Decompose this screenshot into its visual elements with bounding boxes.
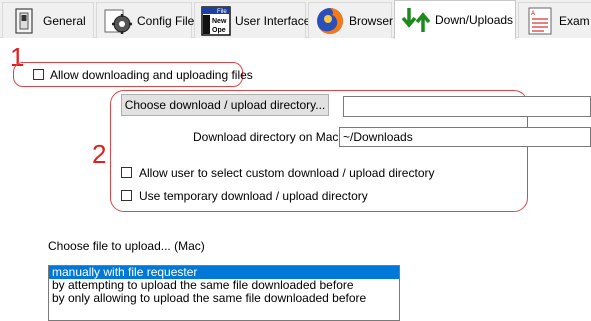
list-item[interactable]: by only allowing to upload the same file… (49, 292, 399, 305)
tab-down-uploads[interactable]: Down/Uploads (394, 0, 516, 39)
firefox-icon (317, 7, 343, 34)
tab-label: General (43, 13, 86, 28)
tab-user-interface[interactable]: File New Ope User Interface (194, 2, 310, 38)
svg-text:Ope: Ope (212, 27, 226, 34)
tab-browser[interactable]: Browser (308, 2, 394, 38)
annotation-number-1: 1 (10, 42, 25, 72)
mac-directory-input[interactable] (339, 127, 591, 147)
annotation-number-2: 2 (92, 139, 107, 169)
new-file-window-icon: File New Ope (201, 5, 231, 36)
temp-dir-checkbox[interactable] (121, 190, 132, 201)
custom-dir-label: Allow user to select custom download / u… (139, 166, 435, 180)
upload-choice-label: Choose file to upload... (Mac) (48, 239, 205, 253)
tab-label: User Interface (235, 13, 311, 28)
down-up-arrows-icon (401, 8, 431, 32)
switch-icon (15, 7, 33, 34)
tab-label: Exam (559, 13, 590, 28)
svg-text:New: New (212, 18, 227, 25)
tab-label: Browser (349, 13, 394, 28)
choose-directory-button[interactable]: Choose download / upload directory... (121, 94, 329, 116)
tab-config-file[interactable]: Config File (96, 2, 195, 38)
mac-directory-label: Download directory on Mac (193, 130, 339, 144)
allow-updown-label: Allow downloading and uploading files (50, 68, 253, 82)
config-gear-icon (104, 9, 132, 34)
tab-label: Down/Uploads (435, 13, 514, 27)
directory-path-input[interactable] (343, 96, 591, 117)
temp-dir-label: Use temporary download / upload director… (139, 189, 368, 203)
tab-exam[interactable]: A Exam (518, 2, 591, 38)
allow-updown-checkbox[interactable] (33, 69, 44, 80)
tab-general[interactable]: General (2, 2, 94, 38)
upload-choice-listbox[interactable]: manually with file requester by attempti… (48, 265, 400, 321)
tab-label: Config File (137, 13, 195, 28)
tab-bar: General Config File File New Ope User In… (0, 0, 591, 39)
exam-sheet-icon: A (528, 7, 552, 34)
svg-text:A: A (531, 11, 535, 17)
custom-dir-checkbox[interactable] (121, 167, 132, 178)
svg-text:File: File (217, 9, 227, 15)
